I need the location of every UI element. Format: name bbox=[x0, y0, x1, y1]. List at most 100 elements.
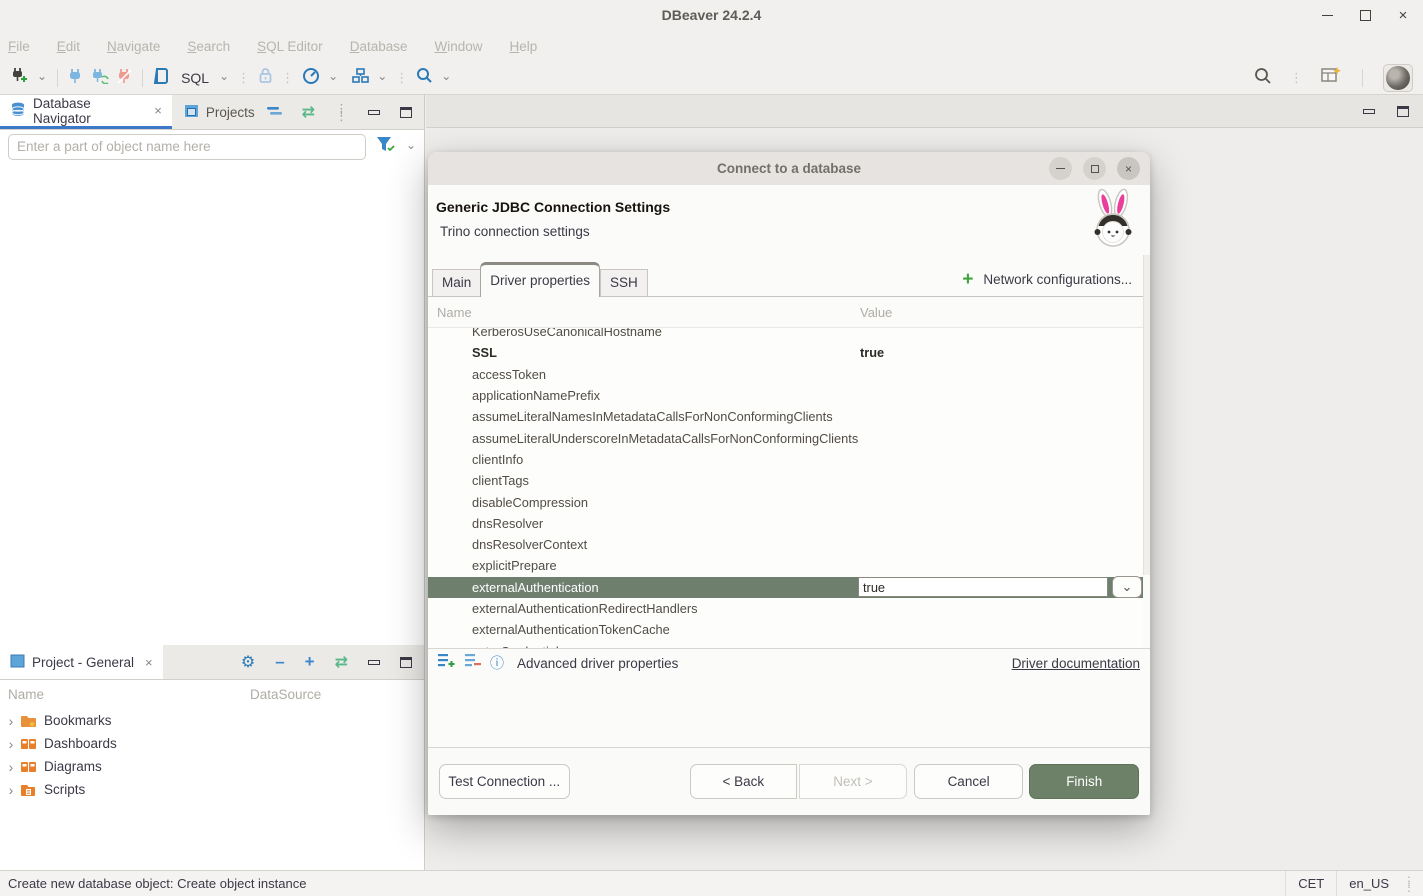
property-name: SSL bbox=[428, 345, 858, 360]
tab-close-icon[interactable]: × bbox=[145, 655, 153, 670]
property-row[interactable]: dnsResolver bbox=[428, 513, 1143, 534]
reconnect-icon[interactable] bbox=[91, 68, 109, 89]
maximize-button[interactable] bbox=[1357, 7, 1373, 23]
property-row[interactable]: dnsResolverContext bbox=[428, 534, 1143, 555]
property-value-input[interactable] bbox=[858, 577, 1108, 597]
dialog-titlebar[interactable]: Connect to a database × bbox=[428, 152, 1150, 185]
connect-icon[interactable] bbox=[68, 68, 83, 89]
property-row[interactable]: explicitPrepare bbox=[428, 555, 1143, 576]
collapse-all-icon[interactable] bbox=[267, 103, 282, 121]
maximize-view-icon[interactable] bbox=[1397, 106, 1409, 117]
test-connection-button[interactable]: Test Connection ... bbox=[439, 764, 570, 799]
property-row[interactable]: accessToken bbox=[428, 364, 1143, 385]
chevron-right-icon[interactable]: › bbox=[4, 713, 18, 729]
menu-sql-editor[interactable]: SQL Editor bbox=[257, 39, 323, 54]
property-row-selected[interactable]: externalAuthentication ⌄ bbox=[428, 577, 1143, 598]
tab-driver-properties[interactable]: Driver properties bbox=[480, 262, 600, 297]
tab-ssh[interactable]: SSH bbox=[600, 269, 648, 297]
open-perspective-icon[interactable] bbox=[1321, 66, 1342, 90]
sql-editor-label[interactable]: SQL bbox=[181, 70, 209, 86]
table-scrollbar[interactable] bbox=[1143, 255, 1150, 575]
property-row[interactable]: disableCompression bbox=[428, 491, 1143, 512]
minimize-view-icon[interactable] bbox=[368, 110, 380, 115]
link-with-editor-icon[interactable]: ⇄ bbox=[335, 652, 348, 672]
property-row[interactable]: clientInfo bbox=[428, 449, 1143, 470]
column-value[interactable]: Value bbox=[860, 305, 892, 320]
sql-editor-icon[interactable] bbox=[153, 67, 169, 90]
dialog-maximize-button[interactable] bbox=[1083, 157, 1106, 180]
expand-icon[interactable]: + bbox=[305, 652, 315, 672]
transfer-dropdown-icon[interactable]: ⌄ bbox=[377, 70, 387, 82]
new-connection-dropdown-icon[interactable]: ⌄ bbox=[37, 70, 47, 82]
search-icon[interactable] bbox=[416, 67, 433, 89]
dialog-minimize-button[interactable] bbox=[1049, 157, 1072, 180]
filter-dropdown-icon[interactable]: ⌄ bbox=[406, 139, 416, 151]
view-menu-icon[interactable]: ⋮⋮ bbox=[335, 105, 348, 119]
property-row[interactable]: extraCredentials bbox=[428, 640, 1143, 648]
property-row[interactable]: assumeLiteralNamesInMetadataCallsForNonC… bbox=[428, 406, 1143, 427]
tree-item-bookmarks[interactable]: › Bookmarks bbox=[0, 709, 424, 732]
gear-icon[interactable]: ⚙ bbox=[241, 652, 255, 672]
menu-file[interactable]: File bbox=[8, 39, 30, 54]
menu-edit[interactable]: Edit bbox=[57, 39, 80, 54]
add-property-icon[interactable] bbox=[438, 653, 456, 673]
object-filter-input[interactable] bbox=[8, 134, 366, 160]
sql-editor-dropdown-icon[interactable]: ⌄ bbox=[219, 70, 229, 82]
property-row[interactable]: KerberosUseCanonicalHostname bbox=[428, 328, 1143, 342]
column-name[interactable]: Name bbox=[428, 305, 860, 320]
search-dropdown-icon[interactable]: ⌄ bbox=[441, 70, 451, 82]
tree-item-diagrams[interactable]: › Diagrams bbox=[0, 755, 424, 778]
remove-property-icon[interactable] bbox=[465, 653, 481, 673]
property-row[interactable]: applicationNamePrefix bbox=[428, 385, 1143, 406]
property-row[interactable]: clientTags bbox=[428, 470, 1143, 491]
finish-button[interactable]: Finish bbox=[1029, 764, 1139, 799]
data-transfer-icon[interactable] bbox=[352, 68, 369, 89]
dashboard-dropdown-icon[interactable]: ⌄ bbox=[328, 70, 338, 82]
network-configurations-button[interactable]: + Network configurations... bbox=[962, 270, 1146, 297]
minimize-view-icon[interactable] bbox=[368, 660, 380, 665]
tree-item-dashboards[interactable]: › Dashboards bbox=[0, 732, 424, 755]
back-button[interactable]: < Back bbox=[690, 764, 798, 799]
tab-project-general[interactable]: Project - General × bbox=[0, 645, 163, 679]
commit-lock-icon bbox=[258, 67, 273, 89]
quick-search-icon[interactable] bbox=[1254, 67, 1272, 90]
property-row[interactable]: assumeLiteralUnderscoreInMetadataCallsFo… bbox=[428, 427, 1143, 448]
filter-funnel-icon[interactable] bbox=[376, 136, 396, 158]
menu-search[interactable]: Search bbox=[187, 39, 230, 54]
chevron-right-icon[interactable]: › bbox=[4, 759, 18, 775]
timezone-indicator[interactable]: CET bbox=[1285, 871, 1336, 896]
menu-navigate[interactable]: Navigate bbox=[107, 39, 160, 54]
chevron-right-icon[interactable]: › bbox=[4, 782, 18, 798]
menu-database[interactable]: Database bbox=[350, 39, 408, 54]
database-icon bbox=[10, 102, 26, 120]
window-title: DBeaver 24.2.4 bbox=[662, 7, 762, 23]
menu-help[interactable]: Help bbox=[510, 39, 538, 54]
collapse-icon[interactable]: – bbox=[275, 652, 284, 672]
tab-main[interactable]: Main bbox=[432, 269, 480, 297]
menu-window[interactable]: Window bbox=[434, 39, 482, 54]
disconnect-icon[interactable] bbox=[117, 68, 132, 89]
tab-database-navigator[interactable]: Database Navigator × bbox=[0, 95, 172, 129]
dashboard-gauge-icon[interactable] bbox=[302, 67, 320, 89]
tree-item-scripts[interactable]: › Scripts bbox=[0, 778, 424, 801]
value-dropdown-button[interactable]: ⌄ bbox=[1112, 576, 1142, 598]
tab-close-icon[interactable]: × bbox=[154, 103, 162, 118]
dialog-close-button[interactable]: × bbox=[1117, 157, 1140, 180]
user-profile-button[interactable] bbox=[1383, 64, 1413, 92]
locale-indicator[interactable]: en_US bbox=[1336, 871, 1401, 896]
minimize-view-icon[interactable] bbox=[1363, 109, 1375, 114]
cancel-button[interactable]: Cancel bbox=[914, 764, 1024, 799]
property-row[interactable]: SSLtrue bbox=[428, 342, 1143, 363]
maximize-view-icon[interactable] bbox=[400, 657, 412, 668]
tab-projects[interactable]: Projects bbox=[172, 95, 267, 129]
new-connection-icon[interactable] bbox=[10, 67, 29, 89]
driver-documentation-link[interactable]: Driver documentation bbox=[1012, 656, 1140, 671]
maximize-view-icon[interactable] bbox=[400, 107, 412, 118]
minimize-button[interactable] bbox=[1319, 7, 1335, 23]
navigator-tree-empty[interactable] bbox=[0, 163, 424, 645]
close-button[interactable]: × bbox=[1395, 7, 1411, 23]
property-row[interactable]: externalAuthenticationTokenCache bbox=[428, 619, 1143, 640]
property-row[interactable]: externalAuthenticationRedirectHandlers bbox=[428, 598, 1143, 619]
chevron-right-icon[interactable]: › bbox=[4, 736, 18, 752]
link-with-editor-icon[interactable]: ⇄ bbox=[302, 102, 315, 122]
